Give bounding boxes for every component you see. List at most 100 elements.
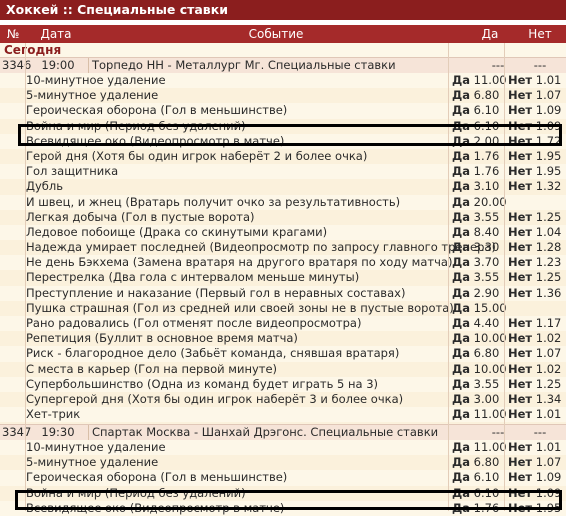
yes-value[interactable]: 11.00 bbox=[474, 407, 507, 421]
bet-no-odds[interactable]: Нет 1.07 bbox=[508, 346, 561, 361]
event-name[interactable]: Спартак Москва - Шанхай Дрэгонс. Специал… bbox=[88, 425, 452, 440]
bet-no-odds[interactable]: Нет 1.09 bbox=[508, 470, 561, 485]
bet-no-odds[interactable]: Нет 1.07 bbox=[508, 88, 561, 103]
bet-no-odds[interactable]: Нет 1.01 bbox=[508, 73, 561, 88]
bet-yes-odds[interactable]: Да 11.00 bbox=[452, 440, 507, 455]
bet-no-odds[interactable]: Нет 1.17 bbox=[508, 316, 561, 331]
bet-no-odds[interactable]: Нет 1.25 bbox=[508, 210, 561, 225]
bet-no-odds[interactable]: Нет 1.02 bbox=[508, 331, 561, 346]
bet-yes-odds[interactable]: Да 3.55 bbox=[452, 210, 499, 225]
bet-yes-odds[interactable]: Да 2.90 bbox=[452, 286, 499, 301]
yes-value[interactable]: 6.80 bbox=[474, 455, 500, 469]
yes-value[interactable]: 6.10 bbox=[474, 470, 500, 484]
bet-yes-odds[interactable]: Да 8.40 bbox=[452, 225, 499, 240]
bet-no-odds[interactable]: Нет 1.07 bbox=[508, 455, 561, 470]
no-value[interactable]: 1.04 bbox=[536, 225, 562, 239]
yes-value[interactable]: 15.00 bbox=[474, 301, 507, 315]
no-value[interactable]: 1.07 bbox=[536, 88, 562, 102]
bet-no-odds[interactable]: Нет 1.09 bbox=[508, 103, 561, 118]
yes-value[interactable]: 6.10 bbox=[474, 103, 500, 117]
yes-value[interactable]: 4.40 bbox=[474, 316, 500, 330]
bet-no-odds[interactable]: Нет 1.95 bbox=[508, 149, 561, 164]
bet-no-odds[interactable]: Нет 1.25 bbox=[508, 377, 561, 392]
no-value[interactable]: 1.09 bbox=[536, 470, 562, 484]
no-value[interactable]: 1.34 bbox=[536, 392, 562, 406]
bet-yes-odds[interactable]: Да 11.00 bbox=[452, 73, 507, 88]
yes-value[interactable]: 20.00 bbox=[474, 195, 507, 209]
no-value[interactable]: 1.25 bbox=[536, 270, 562, 284]
no-value[interactable]: 1.01 bbox=[536, 440, 562, 454]
bet-yes-odds[interactable]: Да 1.76 bbox=[452, 164, 499, 179]
bet-no-odds[interactable]: Нет 1.02 bbox=[508, 362, 561, 377]
no-value[interactable]: 1.36 bbox=[536, 286, 562, 300]
bet-no-odds[interactable]: Нет 1.01 bbox=[508, 407, 561, 422]
bet-no-odds[interactable]: Нет 1.28 bbox=[508, 240, 561, 255]
no-value[interactable]: 1.25 bbox=[536, 210, 562, 224]
yes-value[interactable]: 3.55 bbox=[474, 210, 500, 224]
bet-yes-odds[interactable]: Да 20.00 bbox=[452, 195, 507, 210]
no-value[interactable]: 1.02 bbox=[536, 362, 562, 376]
bet-yes-odds[interactable]: Да 6.80 bbox=[452, 88, 499, 103]
bet-yes-odds[interactable]: Да 10.00 bbox=[452, 362, 507, 377]
bet-no-odds[interactable]: Нет 1.01 bbox=[508, 440, 561, 455]
yes-value[interactable]: 3.10 bbox=[474, 179, 500, 193]
bet-no-odds[interactable]: Нет 1.23 bbox=[508, 255, 561, 270]
yes-value[interactable]: 10.00 bbox=[474, 331, 507, 345]
yes-value[interactable]: 3.70 bbox=[474, 255, 500, 269]
no-value[interactable]: 1.25 bbox=[536, 377, 562, 391]
yes-value[interactable]: 6.80 bbox=[474, 88, 500, 102]
bet-yes-odds[interactable]: Да 6.10 bbox=[452, 103, 499, 118]
event-row[interactable]: 3346 19:00 Торпедо НН - Металлург Мг. Сп… bbox=[0, 57, 566, 73]
bet-yes-odds[interactable]: Да 3.70 bbox=[452, 255, 499, 270]
no-value[interactable]: 1.02 bbox=[536, 331, 562, 345]
yes-value[interactable]: 3.00 bbox=[474, 392, 500, 406]
yes-value[interactable]: 3.30 bbox=[474, 240, 500, 254]
bet-yes-odds[interactable]: Да 4.40 bbox=[452, 316, 499, 331]
col-date: Дата bbox=[40, 27, 72, 41]
bet-no-odds[interactable]: Нет 1.25 bbox=[508, 270, 561, 285]
yes-value[interactable]: 8.40 bbox=[474, 225, 500, 239]
bet-yes-odds[interactable]: Да 11.00 bbox=[452, 407, 507, 422]
yes-value[interactable]: 3.55 bbox=[474, 377, 500, 391]
yes-label: Да bbox=[452, 440, 471, 454]
bet-no-odds[interactable]: Нет 1.32 bbox=[508, 179, 561, 194]
bet-yes-odds[interactable]: Да 10.00 bbox=[452, 331, 507, 346]
bet-yes-odds[interactable]: Да 1.76 bbox=[452, 149, 499, 164]
bet-no-odds[interactable]: Нет 1.04 bbox=[508, 225, 561, 240]
no-value[interactable]: 1.95 bbox=[536, 164, 562, 178]
yes-label: Да bbox=[452, 316, 471, 330]
bet-yes-odds[interactable]: Да 6.10 bbox=[452, 470, 499, 485]
yes-value[interactable]: 11.00 bbox=[474, 440, 507, 454]
bet-yes-odds[interactable]: Да 3.00 bbox=[452, 392, 499, 407]
yes-value[interactable]: 1.76 bbox=[474, 149, 500, 163]
bet-yes-odds[interactable]: Да 3.55 bbox=[452, 377, 499, 392]
no-value[interactable]: 1.07 bbox=[536, 346, 562, 360]
no-value[interactable]: 1.01 bbox=[536, 73, 562, 87]
no-value[interactable]: 1.07 bbox=[536, 455, 562, 469]
no-value[interactable]: 1.28 bbox=[536, 240, 562, 254]
yes-value[interactable]: 2.90 bbox=[474, 286, 500, 300]
bet-yes-odds[interactable]: Да 6.80 bbox=[452, 346, 499, 361]
bet-yes-odds[interactable]: Да 3.55 bbox=[452, 270, 499, 285]
bet-yes-odds[interactable]: Да 3.30 bbox=[452, 240, 499, 255]
bet-no-odds[interactable]: Нет 1.95 bbox=[508, 164, 561, 179]
yes-value[interactable]: 1.76 bbox=[474, 164, 500, 178]
yes-value[interactable]: 3.55 bbox=[474, 270, 500, 284]
highlight-box bbox=[18, 124, 562, 146]
no-value[interactable]: 1.95 bbox=[536, 149, 562, 163]
bet-yes-odds[interactable]: Да 15.00 bbox=[452, 301, 507, 316]
no-value[interactable]: 1.09 bbox=[536, 103, 562, 117]
yes-value[interactable]: 10.00 bbox=[474, 362, 507, 376]
no-value[interactable]: 1.32 bbox=[536, 179, 562, 193]
bet-yes-odds[interactable]: Да 3.10 bbox=[452, 179, 499, 194]
bet-yes-odds[interactable]: Да 6.80 bbox=[452, 455, 499, 470]
no-value[interactable]: 1.01 bbox=[536, 407, 562, 421]
event-name[interactable]: Торпедо НН - Металлург Мг. Специальные с… bbox=[88, 58, 452, 73]
bet-no-odds[interactable]: Нет 1.34 bbox=[508, 392, 561, 407]
bet-no-odds[interactable]: Нет 1.36 bbox=[508, 286, 561, 301]
event-row[interactable]: 3347 19:30 Спартак Москва - Шанхай Дрэго… bbox=[0, 424, 566, 440]
no-value[interactable]: 1.17 bbox=[536, 316, 562, 330]
yes-value[interactable]: 6.80 bbox=[474, 346, 500, 360]
yes-value[interactable]: 11.00 bbox=[474, 73, 507, 87]
no-value[interactable]: 1.23 bbox=[536, 255, 562, 269]
